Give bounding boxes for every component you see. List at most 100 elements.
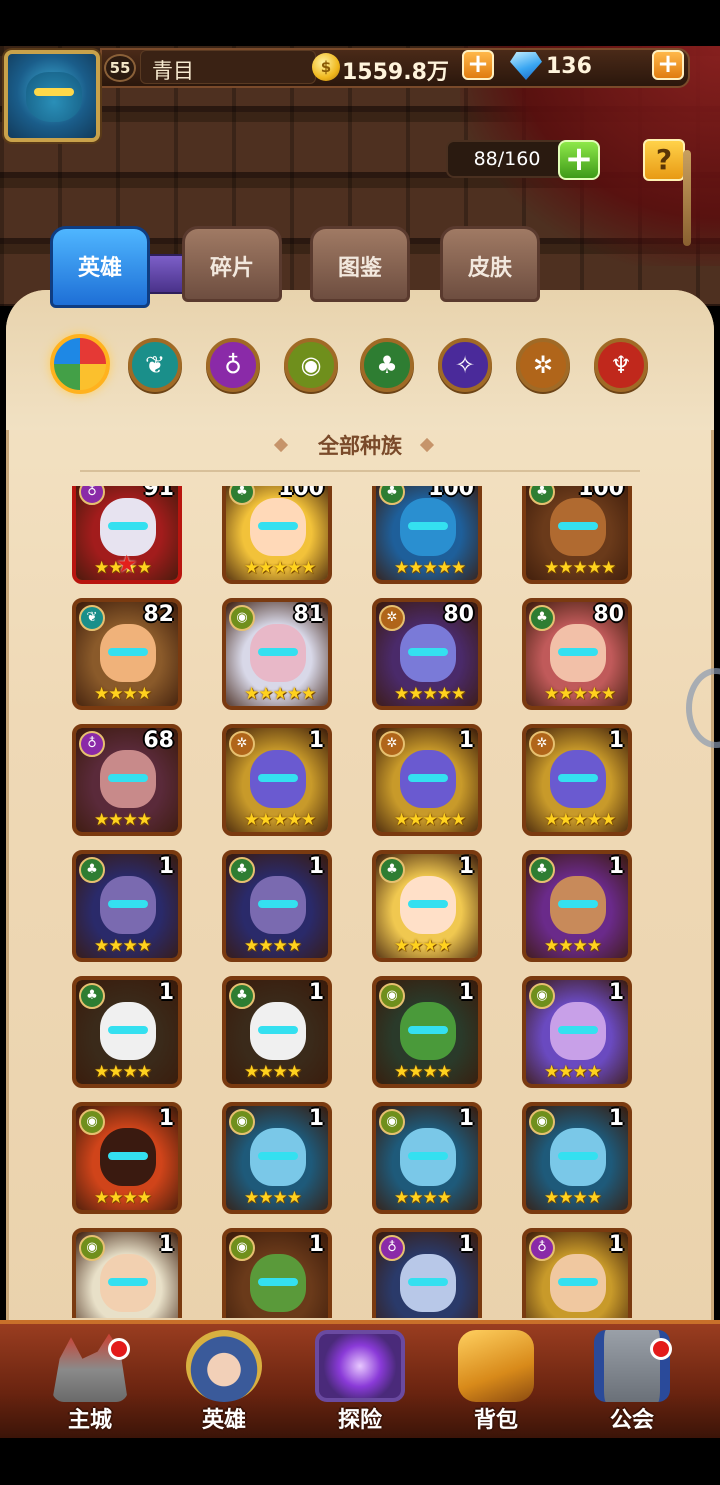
hero-star-rating: ★★★★ [394,1188,452,1208]
hero-eyes [558,1026,598,1034]
hero-card[interactable]: ♣ 1 ★★★★ [222,850,332,962]
nav-main-city[interactable]: 主城 [30,1330,150,1433]
hero-card[interactable]: ♣ 1 ★★★★ [72,850,182,962]
player-avatar[interactable] [4,50,100,142]
hero-card[interactable]: ◉ 1 [222,1228,332,1318]
hero-level: 68 [143,728,174,753]
race-filter-fortress-icon[interactable]: ◉ [284,338,338,392]
hero-eyes [408,1152,448,1160]
hero-eyes [558,1152,598,1160]
tab-codex[interactable]: 图鉴 [310,226,410,302]
abyss-race-icon: ♣ [379,857,405,883]
hero-star-rating: ★★★★ [94,684,152,704]
hero-star-rating: ★★★★ [94,1062,152,1082]
player-level-badge: 55 [104,54,136,82]
hero-level: 1 [608,728,624,753]
hero-portrait-icon [186,1330,262,1402]
hero-card[interactable]: ✲ 1 ★★★★★ [222,724,332,836]
hero-card[interactable]: ♣ 1 ★★★★ [72,976,182,1088]
help-button[interactable]: ? [643,139,685,181]
hero-card[interactable]: ✲ 80 ★★★★★ [372,598,482,710]
hero-card[interactable]: ♣ 1 ★★★★ [522,850,632,962]
hero-star-rating: ★★★★ [544,936,602,956]
tab-fragments[interactable]: 碎片 [182,226,282,302]
nav-label: 英雄 [201,1408,246,1433]
hero-eyes [408,774,448,782]
hero-card[interactable]: ◉ 81 ★★★★★ [222,598,332,710]
notification-dot [108,1338,130,1360]
hero-card[interactable]: ◉ 1 ★★★★ [222,1102,332,1214]
gold-amount: 1559.8万 [342,60,449,85]
nav-label: 背包 [473,1408,518,1433]
race-filter-abyss-icon[interactable]: ♣ [360,338,414,392]
hero-level: 1 [158,1106,174,1131]
hero-eyes [258,900,298,908]
nav-explore[interactable]: 探险 [300,1330,420,1433]
tab-skins[interactable]: 皮肤 [440,226,540,302]
hero-card[interactable]: ◉ 1 ★★★★ [522,1102,632,1214]
race-filter-all-icon[interactable] [50,334,110,394]
hero-card[interactable]: ♣ 1 ★★★★ [222,976,332,1088]
abyss-race-icon: ♣ [229,857,255,883]
gem-amount: 136 [546,54,592,79]
red-star-icon: ★ [116,550,138,578]
race-filter-transcendence-icon[interactable]: ♆ [594,338,648,392]
hero-eyes [108,1278,148,1286]
nav-backpack[interactable]: 背包 [436,1330,556,1433]
add-gems-button[interactable]: + [652,50,684,80]
race-filter-light-icon[interactable]: ✲ [516,338,570,392]
tab-heroes[interactable]: 英雄 [50,226,150,308]
nav-label: 主城 [67,1408,112,1433]
abyss-race-icon: ♣ [79,983,105,1009]
hero-star-rating: ★★★★ [94,936,152,956]
hero-card[interactable]: ♁ 1 [522,1228,632,1318]
hero-star-rating: ★★★★ [544,1188,602,1208]
hero-star-rating: ★★★★★ [544,810,616,830]
hero-level: 1 [458,1106,474,1131]
hero-eyes [258,774,298,782]
nav-guild[interactable]: 公会 [572,1330,692,1433]
light-race-icon: ✲ [379,605,405,631]
fortress-race-icon: ◉ [229,605,255,631]
fortress-race-icon: ◉ [379,983,405,1009]
hero-level: 1 [308,1106,324,1131]
hero-card[interactable]: ♁ 1 [372,1228,482,1318]
hero-card[interactable]: ✲ 1 ★★★★★ [372,724,482,836]
hero-card[interactable]: ❦ 82 ★★★★ [72,598,182,710]
hero-card[interactable]: ♣ 100 ★★★★★ [522,486,632,584]
hero-eyes [408,648,448,656]
hero-card[interactable]: ♣ 80 ★★★★★ [522,598,632,710]
hero-card[interactable]: ◉ 1 ★★★★ [72,1102,182,1214]
gold-coin-icon: $ [312,53,340,81]
hero-eyes [558,774,598,782]
abyss-race-icon: ♣ [79,857,105,883]
hero-level: 1 [608,854,624,879]
fortress-race-icon: ◉ [229,1109,255,1135]
race-filter-forest-icon[interactable]: ❦ [128,338,182,392]
race-filter-shadow-icon[interactable]: ♁ [206,338,260,392]
hero-card[interactable]: ♁ 68 ★★★★ [72,724,182,836]
hero-card[interactable]: ♣ 1 ★★★★ [372,850,482,962]
hero-eyes [108,1152,148,1160]
hero-level: 100 [428,486,474,501]
fortress-race-icon: ◉ [79,1235,105,1261]
expand-hero-slots-button[interactable]: + [558,140,600,180]
hero-card[interactable]: ♣ 100 ★★★★★ [372,486,482,584]
hero-card[interactable]: ♁ 91 ★★★★ ★ [72,486,182,584]
hero-level: 1 [458,980,474,1005]
race-filter-dark-icon[interactable]: ✧ [438,338,492,392]
hero-card[interactable]: ◉ 1 ★★★★ [372,1102,482,1214]
nav-heroes[interactable]: 英雄 [164,1330,284,1433]
shadow-race-icon: ♁ [529,1235,555,1261]
add-gold-button[interactable]: + [462,50,494,80]
race-filter-title: 全部种族 [318,434,402,458]
hero-card[interactable]: ◉ 1 ★★★★ [372,976,482,1088]
hero-card[interactable]: ✲ 1 ★★★★★ [522,724,632,836]
hero-star-rating: ★★★★★ [544,684,616,704]
hero-card[interactable]: ◉ 1 [72,1228,182,1318]
hero-card[interactable]: ♣ 100 ★★★★★ [222,486,332,584]
hero-star-rating: ★★★★★ [394,810,466,830]
hero-card[interactable]: ◉ 1 ★★★★ [522,976,632,1088]
hero-star-rating: ★★★★★ [244,684,316,704]
portal-icon [315,1330,405,1402]
